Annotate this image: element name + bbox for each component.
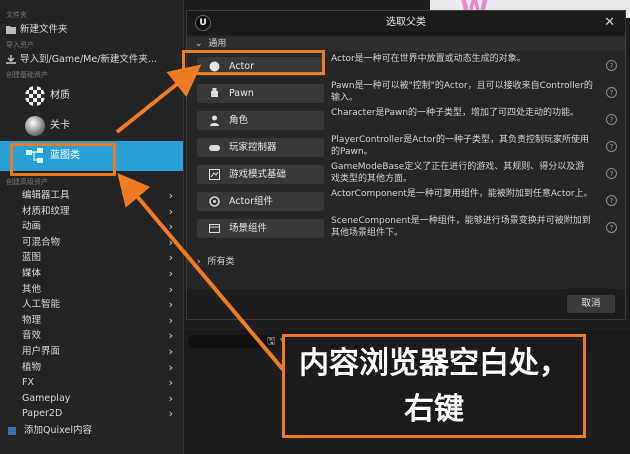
annotation-callout: 内容浏览器空白处， 右键	[282, 334, 586, 438]
callout-line-2: 右键	[404, 392, 464, 427]
callout-line-1: 内容浏览器空白处，	[299, 346, 569, 381]
arrow-to-blueprint	[117, 172, 298, 387]
arrow-to-actor	[115, 64, 202, 134]
